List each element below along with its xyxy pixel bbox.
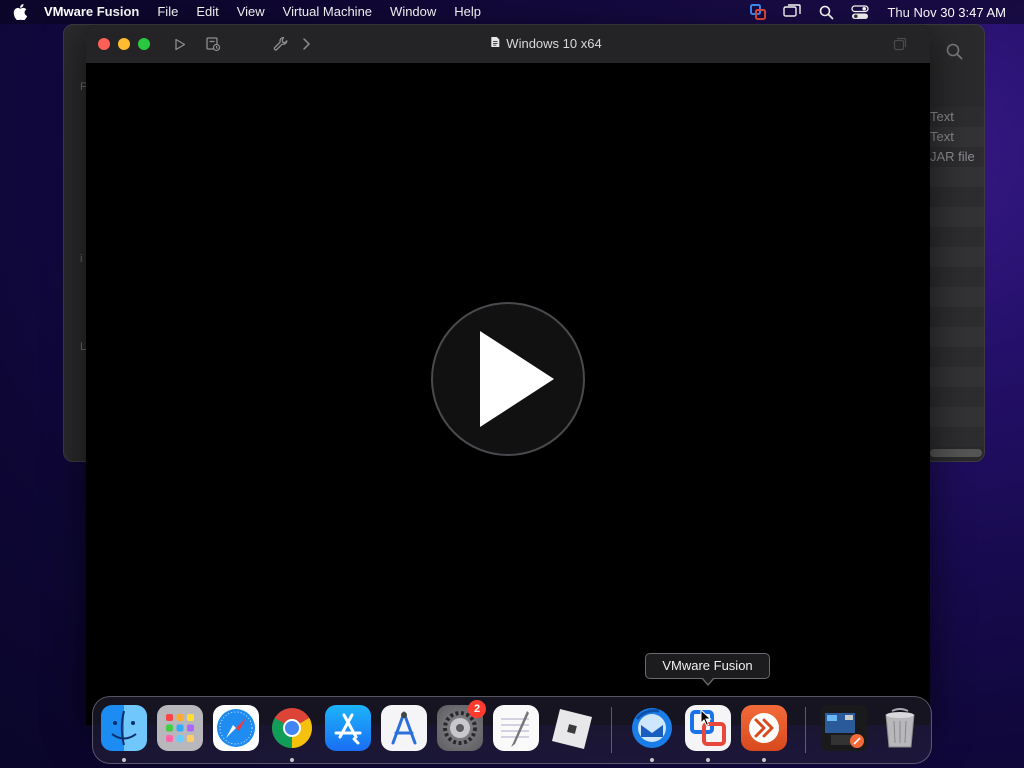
menu-clock[interactable]: Thu Nov 30 3:47 AM <box>877 5 1024 20</box>
vmware-status-icon[interactable] <box>741 0 775 24</box>
instruments-icon[interactable] <box>381 705 427 751</box>
window-title: Windows 10 x64 <box>490 36 602 51</box>
fullscreen-icon[interactable] <box>892 36 908 52</box>
control-center-icon[interactable] <box>843 0 877 24</box>
screen-mirroring-icon[interactable] <box>775 0 809 24</box>
running-indicator <box>650 758 654 762</box>
window-title-text: Windows 10 x64 <box>506 36 602 51</box>
dock: 2 <box>92 696 932 764</box>
menu-file[interactable]: File <box>148 0 187 24</box>
list-item[interactable] <box>930 387 984 407</box>
downloads-stack-icon[interactable] <box>821 705 867 751</box>
list-item[interactable] <box>930 307 984 327</box>
zoom-button[interactable] <box>138 38 150 50</box>
vm-window: Windows 10 x64 <box>86 25 930 725</box>
dock-separator <box>805 707 806 753</box>
list-item[interactable] <box>930 267 984 287</box>
mouse-cursor-icon <box>700 708 712 732</box>
minimize-button[interactable] <box>118 38 130 50</box>
menu-help[interactable]: Help <box>445 0 490 24</box>
close-button[interactable] <box>98 38 110 50</box>
list-item[interactable]: JAR file <box>930 147 984 167</box>
list-item[interactable] <box>930 427 984 447</box>
spotlight-search-icon[interactable] <box>809 0 843 24</box>
power-on-play-button[interactable] <box>430 301 586 457</box>
chrome-icon[interactable] <box>269 705 315 751</box>
list-item[interactable] <box>930 207 984 227</box>
dock-tooltip: VMware Fusion <box>645 653 770 679</box>
chevron-right-icon[interactable] <box>298 36 314 52</box>
launchpad-icon[interactable] <box>157 705 203 751</box>
side-label: lels <box>984 216 985 231</box>
app-menu[interactable]: VMware Fusion <box>40 0 148 24</box>
running-indicator <box>706 758 710 762</box>
textedit-icon[interactable] <box>493 705 539 751</box>
menu-edit[interactable]: Edit <box>187 0 227 24</box>
roblox-icon[interactable] <box>549 705 595 751</box>
thunderbird-icon[interactable] <box>629 705 675 751</box>
menu-window[interactable]: Window <box>381 0 445 24</box>
trash-icon[interactable] <box>877 705 923 751</box>
notification-badge: 2 <box>468 700 486 718</box>
side-label: nstal <box>984 328 985 343</box>
menu-bar: VMware Fusion File Edit View Virtual Mac… <box>0 0 1024 24</box>
running-indicator <box>122 758 126 762</box>
list-item[interactable] <box>930 167 984 187</box>
safari-icon[interactable] <box>213 705 259 751</box>
vm-titlebar[interactable]: Windows 10 x64 <box>86 25 930 63</box>
tooltip-arrow-inner <box>702 677 714 684</box>
list-item[interactable] <box>930 407 984 427</box>
menu-view[interactable]: View <box>228 0 274 24</box>
list-item[interactable] <box>930 247 984 267</box>
document-icon <box>490 36 500 51</box>
list-item[interactable]: Text <box>930 107 984 127</box>
file-list: Text Text JAR file <box>930 107 984 447</box>
running-indicator <box>762 758 766 762</box>
play-icon[interactable] <box>172 36 188 52</box>
list-item[interactable] <box>930 367 984 387</box>
app-store-icon[interactable] <box>325 705 371 751</box>
finder-icon[interactable] <box>101 705 147 751</box>
search-icon[interactable] <box>946 43 963 65</box>
list-item[interactable] <box>930 287 984 307</box>
sidebar-letter: i <box>80 253 83 265</box>
list-item[interactable] <box>930 347 984 367</box>
list-item[interactable] <box>930 187 984 207</box>
menu-virtual-machine[interactable]: Virtual Machine <box>274 0 381 24</box>
snapshot-icon[interactable] <box>205 36 221 52</box>
remote-desktop-icon[interactable] <box>741 705 787 751</box>
list-item[interactable] <box>930 327 984 347</box>
apple-menu-icon[interactable] <box>0 4 40 20</box>
dock-separator <box>611 707 612 753</box>
horizontal-scrollbar[interactable] <box>930 449 982 457</box>
list-item[interactable]: Text <box>930 127 984 147</box>
list-item[interactable] <box>930 227 984 247</box>
running-indicator <box>290 758 294 762</box>
wrench-icon[interactable] <box>273 36 289 52</box>
